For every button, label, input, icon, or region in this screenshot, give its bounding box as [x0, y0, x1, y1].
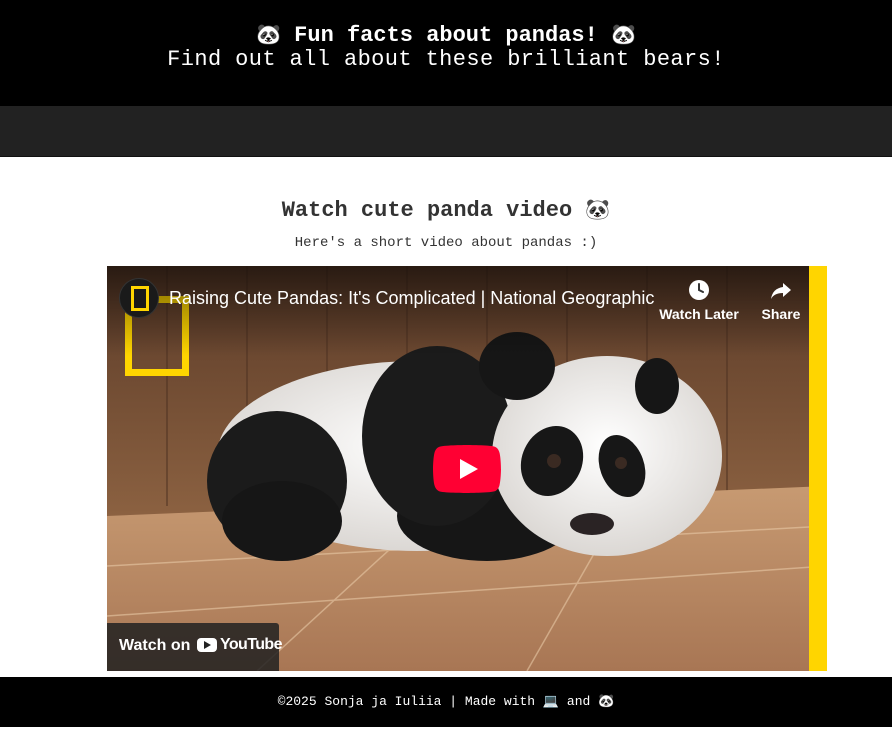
- share-button[interactable]: Share: [757, 278, 805, 322]
- youtube-video-embed[interactable]: Raising Cute Pandas: It's Complicated | …: [107, 266, 827, 671]
- laptop-emoji: 💻: [542, 694, 560, 709]
- youtube-wordmark: YouTube: [220, 636, 282, 653]
- panda-emoji-footer: 🐼: [598, 694, 615, 709]
- page-title: 🐼 Fun facts about pandas! 🐼: [0, 20, 892, 50]
- video-section-subtitle: Here's a short video about pandas :): [294, 235, 598, 251]
- panda-emoji: 🐼: [585, 197, 611, 221]
- video-title[interactable]: Raising Cute Pandas: It's Complicated | …: [169, 286, 654, 310]
- clock-icon: [689, 280, 709, 300]
- watch-on-youtube-button[interactable]: Watch on YouTube: [107, 623, 282, 671]
- watch-later-button[interactable]: Watch Later: [659, 278, 739, 322]
- page-title-text: Fun facts about pandas!: [294, 23, 598, 48]
- youtube-icon: [197, 638, 217, 652]
- watch-later-label: Watch Later: [659, 306, 739, 322]
- channel-avatar[interactable]: [119, 278, 159, 318]
- share-label: Share: [761, 306, 801, 322]
- video-section-title: Watch cute panda video 🐼: [0, 194, 892, 226]
- watch-on-label: Watch on: [119, 637, 191, 654]
- channel-logo-icon: [131, 286, 149, 311]
- play-icon[interactable]: [433, 445, 501, 493]
- footer-text: ©2025 Sonja ja Iuliia | Made with: [277, 694, 536, 709]
- panda-emoji-right: 🐼: [611, 22, 636, 46]
- footer-and: and: [566, 694, 591, 709]
- page-subtitle: Find out all about these brilliant bears…: [167, 47, 725, 72]
- site-header: 🐼 Fun facts about pandas! 🐼 Find out all…: [0, 0, 892, 106]
- share-icon: [771, 283, 791, 299]
- video-border-strip: [809, 266, 827, 671]
- panda-emoji-left: 🐼: [256, 22, 281, 46]
- site-footer: ©2025 Sonja ja Iuliia | Made with 💻 and …: [0, 677, 892, 727]
- nav-bar: [0, 106, 892, 157]
- video-section-title-text: Watch cute panda video: [281, 198, 573, 223]
